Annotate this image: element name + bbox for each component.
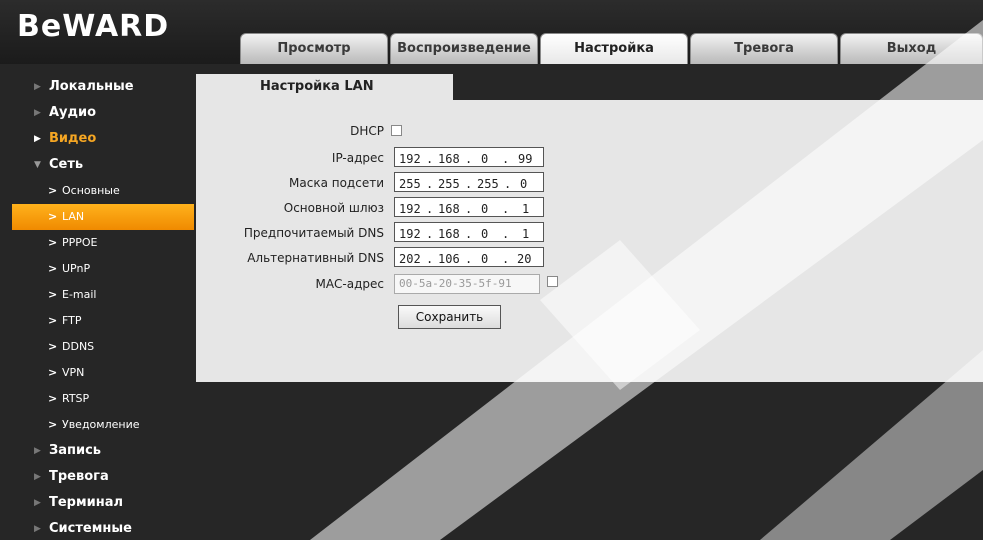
chevron-right-icon: >: [48, 262, 58, 275]
save-button[interactable]: Сохранить: [398, 305, 501, 329]
sidebar-subitem-label: Основные: [62, 184, 120, 197]
sidebar-item-video[interactable]: ▶ Видео: [12, 126, 194, 152]
sidebar-subitem-ftp[interactable]: > FTP: [12, 308, 194, 334]
sidebar: ▶ Локальные ▶ Аудио ▶ Видео ▼ Сеть > Осн…: [12, 74, 194, 540]
tab-alarm[interactable]: Тревога: [690, 33, 838, 64]
collapsed-arrow-icon: ▶: [34, 82, 41, 92]
tab-playback[interactable]: Воспроизведение: [390, 33, 538, 64]
sidebar-item-label: Системные: [49, 521, 132, 536]
sidebar-subitem-label: LAN: [62, 210, 85, 223]
app-frame: BeWARD Просмотр Воспроизведение Настройк…: [0, 0, 983, 540]
mac-checkbox[interactable]: [547, 276, 558, 287]
sidebar-subitem-label: E-mail: [62, 288, 97, 301]
chevron-right-icon: >: [48, 314, 58, 327]
preferred-dns-input[interactable]: 192. 168. 0. 1: [394, 222, 544, 242]
mac-address-input[interactable]: 00-5a-20-35-5f-91: [394, 274, 540, 294]
gateway-input[interactable]: 192. 168. 0. 1: [394, 197, 544, 217]
field-label: IP-адрес: [331, 151, 384, 165]
chevron-right-icon: >: [48, 184, 58, 197]
tab-exit[interactable]: Выход: [840, 33, 983, 64]
sidebar-subitem-label: RTSP: [62, 392, 90, 405]
sidebar-subitem-lan[interactable]: > LAN: [12, 204, 194, 230]
chevron-right-icon: >: [48, 288, 58, 301]
alternate-dns-input[interactable]: 202. 106. 0. 20: [394, 247, 544, 267]
sidebar-item-record[interactable]: ▶ Запись: [12, 438, 194, 464]
panel-header-strip: [453, 74, 983, 100]
chevron-right-icon: >: [48, 210, 58, 223]
sidebar-item-label: Видео: [49, 131, 97, 146]
chevron-right-icon: >: [48, 418, 58, 431]
subnet-mask-input[interactable]: 255. 255. 255. 0: [394, 172, 544, 192]
field-label: Маска подсети: [289, 176, 384, 190]
sidebar-item-audio[interactable]: ▶ Аудио: [12, 100, 194, 126]
page-title: Настройка LAN: [260, 79, 374, 94]
sidebar-item-network[interactable]: ▼ Сеть: [12, 152, 194, 178]
sidebar-subitem-label: PPPOE: [62, 236, 98, 249]
sidebar-subitem-label: UPnP: [62, 262, 91, 275]
sidebar-subitem-label: FTP: [62, 314, 82, 327]
chevron-right-icon: >: [48, 392, 58, 405]
chevron-right-icon: >: [48, 366, 58, 379]
mac-label: МАС-адрес: [315, 277, 384, 291]
sidebar-subitem-pppoe[interactable]: > PPPOE: [12, 230, 194, 256]
collapsed-arrow-icon: ▶: [34, 498, 41, 508]
sidebar-item-label: Терминал: [49, 495, 124, 510]
sidebar-subitem-rtsp[interactable]: > RTSP: [12, 386, 194, 412]
ip-address-input[interactable]: 192. 168. 0. 99: [394, 147, 544, 167]
collapsed-arrow-icon: ▶: [34, 134, 41, 144]
dhcp-checkbox[interactable]: [391, 125, 402, 136]
sidebar-item-label: Сеть: [49, 157, 84, 172]
sidebar-subitem-vpn[interactable]: > VPN: [12, 360, 194, 386]
sidebar-subitem-label: VPN: [62, 366, 85, 379]
collapsed-arrow-icon: ▶: [34, 472, 41, 482]
sidebar-item-local[interactable]: ▶ Локальные: [12, 74, 194, 100]
sidebar-subitem-label: DDNS: [62, 340, 95, 353]
sidebar-item-system[interactable]: ▶ Системные: [12, 516, 194, 540]
field-label: Альтернативный DNS: [247, 251, 384, 265]
chevron-right-icon: >: [48, 340, 58, 353]
sidebar-item-label: Запись: [49, 443, 102, 458]
sidebar-item-label: Локальные: [49, 79, 134, 94]
sidebar-subitem-notification[interactable]: > Уведомление: [12, 412, 194, 438]
sidebar-item-label: Аудио: [49, 105, 97, 120]
field-label: Основной шлюз: [283, 201, 384, 215]
collapsed-arrow-icon: ▶: [34, 524, 41, 534]
tab-view[interactable]: Просмотр: [240, 33, 388, 64]
beward-logo: BeWARD: [17, 9, 170, 44]
sidebar-subitem-email[interactable]: > E-mail: [12, 282, 194, 308]
dhcp-label: DHCP: [350, 124, 384, 138]
sidebar-item-alarm[interactable]: ▶ Тревога: [12, 464, 194, 490]
chevron-right-icon: >: [48, 236, 58, 249]
tab-settings[interactable]: Настройка: [540, 33, 688, 64]
field-label: Предпочитаемый DNS: [243, 226, 384, 240]
sidebar-subitem-upnp[interactable]: > UPnP: [12, 256, 194, 282]
sidebar-subitem-label: Уведомление: [62, 418, 140, 431]
expanded-arrow-icon: ▼: [34, 160, 41, 170]
collapsed-arrow-icon: ▶: [34, 446, 41, 456]
sidebar-item-terminal[interactable]: ▶ Терминал: [12, 490, 194, 516]
sidebar-item-label: Тревога: [49, 469, 109, 484]
sidebar-subitem-ddns[interactable]: > DDNS: [12, 334, 194, 360]
collapsed-arrow-icon: ▶: [34, 108, 41, 118]
sidebar-subitem-basic[interactable]: > Основные: [12, 178, 194, 204]
